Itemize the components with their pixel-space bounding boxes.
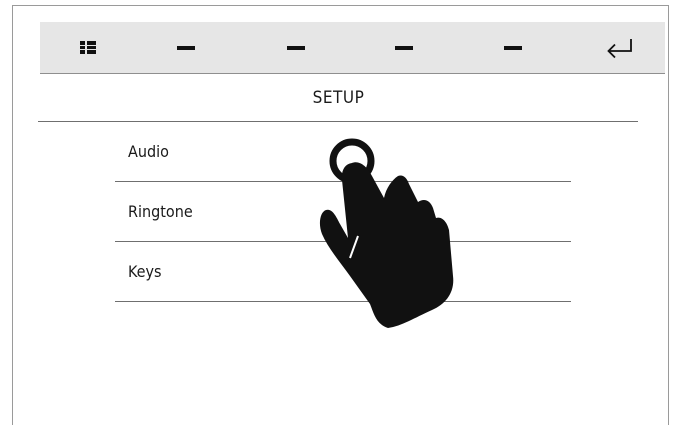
toolbar-menu-button[interactable] (66, 22, 110, 74)
return-icon (607, 39, 632, 59)
toolbar-slot-3-button[interactable] (382, 22, 426, 74)
toolbar-slot-1-button[interactable] (164, 22, 208, 74)
toolbar-slot-2-button[interactable] (274, 22, 318, 74)
tap-gesture-hand-icon (319, 138, 454, 328)
toolbar-slot-4-button[interactable] (491, 22, 535, 74)
page-title: SETUP (312, 88, 365, 108)
dash-icon (395, 46, 413, 50)
top-toolbar (40, 22, 665, 74)
dash-icon (287, 46, 305, 50)
menu-item-label: Keys (128, 262, 162, 281)
menu-item-label: Ringtone (128, 202, 193, 221)
dash-icon (504, 46, 522, 50)
back-button[interactable] (595, 22, 645, 74)
menu-item-label: Audio (128, 142, 169, 161)
grid-icon (80, 41, 96, 55)
dash-icon (177, 46, 195, 50)
